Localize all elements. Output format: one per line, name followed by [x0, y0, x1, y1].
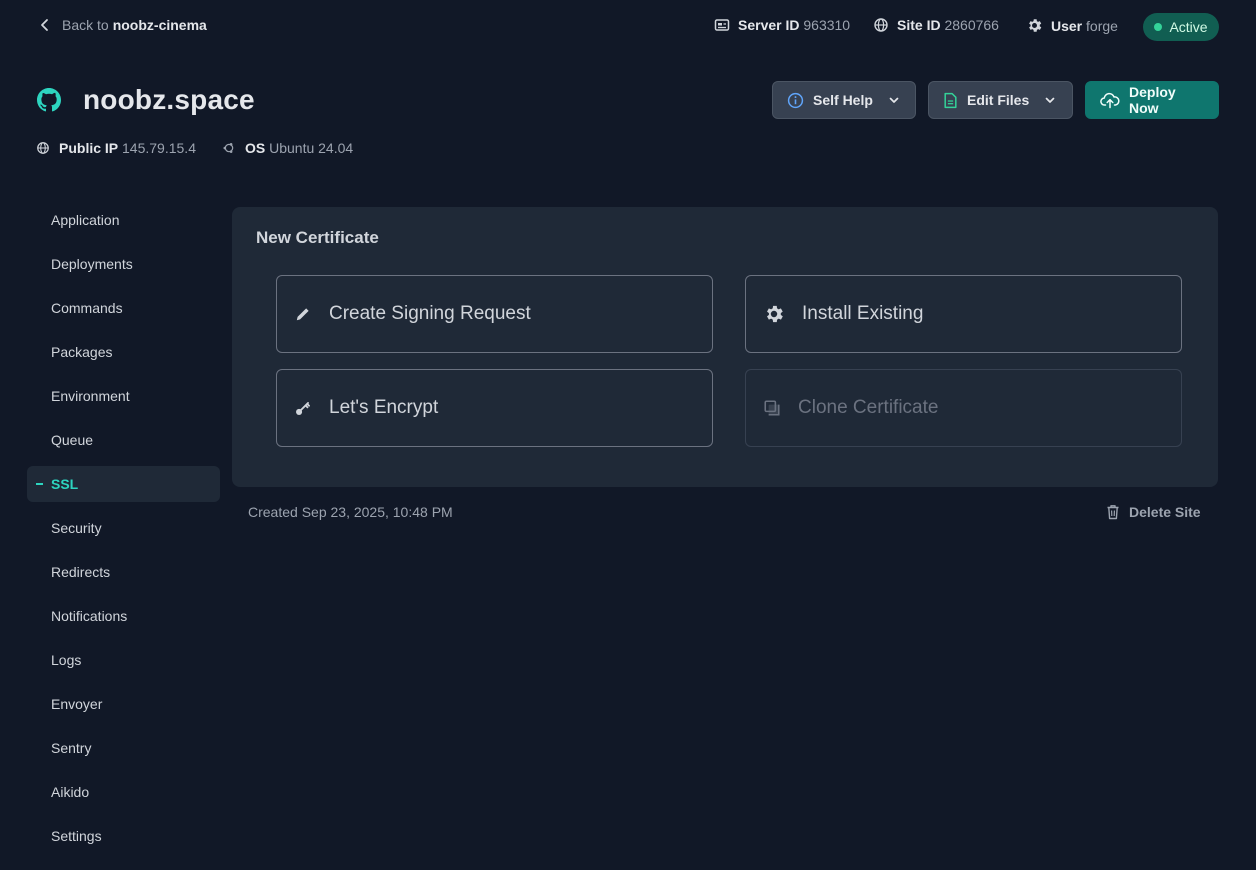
clone-certificate-label: Clone Certificate — [798, 397, 939, 418]
create-signing-request-label: Create Signing Request — [329, 303, 531, 324]
edit-files-button[interactable]: Edit Files — [928, 81, 1073, 119]
sidebar-item-packages[interactable]: Packages — [27, 334, 220, 370]
site-user: User forge — [1026, 17, 1118, 34]
sidebar-item-sentry[interactable]: Sentry — [27, 730, 220, 766]
site-id: Site ID 2860766 — [873, 17, 999, 33]
page-title: noobz.space — [83, 84, 255, 115]
server-id-label: Server ID — [738, 17, 800, 33]
sidebar-item-aikido[interactable]: Aikido — [27, 774, 220, 810]
user-label: User — [1051, 17, 1083, 34]
sidebar-item-envoyer[interactable]: Envoyer — [27, 686, 220, 722]
status-label: Active — [1169, 19, 1208, 35]
self-help-button[interactable]: Self Help — [772, 81, 916, 119]
create-signing-request-option[interactable]: Create Signing Request — [276, 275, 713, 353]
os-value: Ubuntu 24.04 — [269, 140, 354, 156]
site-id-value: 2860766 — [944, 17, 999, 33]
created-timestamp: Created Sep 23, 2025, 10:48 PM — [248, 504, 453, 520]
lets-encrypt-option[interactable]: Let's Encrypt — [276, 369, 713, 447]
public-ip: Public IP 145.79.15.4 — [36, 140, 196, 156]
sidebar-item-environment[interactable]: Environment — [27, 378, 220, 414]
card-title: New Certificate — [256, 228, 379, 247]
sidebar-item-label: Envoyer — [51, 696, 103, 712]
sidebar-item-commands[interactable]: Commands — [27, 290, 220, 326]
info-icon — [787, 92, 804, 109]
globe-icon — [36, 141, 50, 155]
install-existing-label: Install Existing — [802, 303, 924, 324]
sidebar-item-label: Logs — [51, 652, 82, 668]
site-id-label: Site ID — [897, 17, 941, 33]
install-existing-option[interactable]: Install Existing — [745, 275, 1182, 353]
globe-icon — [873, 17, 889, 33]
public-ip-value: 145.79.15.4 — [122, 140, 196, 156]
status-badge: Active — [1143, 13, 1219, 41]
back-prefix: Back to — [62, 17, 109, 33]
file-icon — [943, 92, 958, 109]
sidebar-item-label: Security — [51, 520, 102, 536]
cloud-upload-icon — [1100, 91, 1120, 109]
new-certificate-card: New Certificate Create Signing Request I… — [232, 207, 1218, 487]
back-link[interactable]: Back to noobz-cinema — [38, 17, 207, 33]
sidebar-item-queue[interactable]: Queue — [27, 422, 220, 458]
gear-icon — [763, 303, 785, 325]
deploy-now-button[interactable]: Deploy Now — [1085, 81, 1219, 119]
pencil-icon — [294, 305, 312, 323]
sidebar-item-label: Notifications — [51, 608, 128, 624]
server-card-icon — [714, 18, 730, 32]
sidebar-item-label: Redirects — [51, 564, 111, 580]
delete-site-button[interactable]: Delete Site — [1106, 504, 1201, 520]
user-value: forge — [1086, 17, 1118, 34]
sidebar-item-label: Queue — [51, 432, 94, 448]
server-id: Server ID 963310 — [714, 17, 850, 33]
sidebar-item-label: Sentry — [51, 740, 92, 756]
os-label: OS — [244, 140, 266, 156]
sidebar-item-deployments[interactable]: Deployments — [27, 246, 220, 282]
trash-icon — [1106, 504, 1120, 520]
chevron-down-icon — [888, 94, 900, 106]
ubuntu-icon — [222, 141, 236, 155]
sidebar-item-label: Environment — [51, 388, 130, 404]
sidebar-item-label: Deployments — [51, 256, 133, 272]
os-info: OS Ubuntu 24.04 — [222, 140, 353, 156]
chevron-left-icon — [38, 18, 52, 32]
deploy-now-label: Deploy Now — [1129, 84, 1176, 116]
public-ip-label: Public IP — [59, 140, 119, 156]
sidebar-item-label: Packages — [51, 344, 113, 360]
sidebar-item-label: Aikido — [51, 784, 90, 800]
back-target: noobz-cinema — [112, 17, 207, 33]
sidebar-item-ssl[interactable]: SSL — [27, 466, 220, 502]
sidebar-item-redirects[interactable]: Redirects — [27, 554, 220, 590]
github-icon — [37, 88, 61, 112]
sidebar-item-notifications[interactable]: Notifications — [27, 598, 220, 634]
sidebar-item-logs[interactable]: Logs — [27, 642, 220, 678]
lets-encrypt-label: Let's Encrypt — [329, 397, 439, 418]
key-icon — [294, 399, 312, 417]
sidebar-item-label: Commands — [51, 300, 123, 316]
sidebar-item-application[interactable]: Application — [27, 202, 220, 238]
site-sidebar: Application Deployments Commands Package… — [27, 202, 220, 862]
sidebar-item-label: SSL — [51, 476, 79, 492]
gear-icon — [1026, 17, 1043, 34]
sidebar-item-security[interactable]: Security — [27, 510, 220, 546]
copy-icon — [763, 399, 781, 417]
self-help-label: Self Help — [813, 92, 873, 108]
clone-certificate-option: Clone Certificate — [745, 369, 1182, 447]
delete-site-label: Delete Site — [1129, 504, 1201, 520]
status-dot — [1154, 23, 1163, 31]
chevron-down-icon — [1044, 94, 1056, 106]
sidebar-item-label: Settings — [51, 828, 102, 844]
sidebar-item-label: Application — [51, 212, 120, 228]
sidebar-item-settings[interactable]: Settings — [27, 818, 220, 854]
site-header: noobz.space — [37, 84, 255, 116]
site-info-row: Public IP 145.79.15.4 OS Ubuntu 24.04 — [36, 140, 353, 156]
edit-files-label: Edit Files — [967, 92, 1030, 108]
server-id-value: 963310 — [803, 17, 851, 33]
